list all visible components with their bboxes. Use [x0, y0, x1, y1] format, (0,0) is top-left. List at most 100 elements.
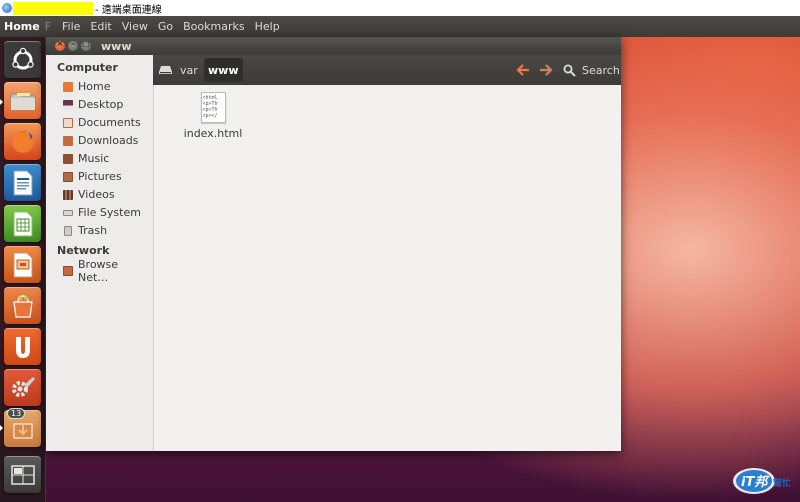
menu-bookmarks[interactable]: Bookmarks	[178, 20, 249, 33]
sidebar-header-network: Network	[57, 244, 110, 257]
updates-launcher-button[interactable]: 13	[4, 408, 41, 447]
location-toolbar: var www Search	[153, 55, 621, 85]
videos-folder-icon	[63, 189, 73, 200]
ubuntu-one-icon	[15, 336, 30, 358]
calc-launcher-button[interactable]	[4, 205, 41, 242]
search-label[interactable]: Search	[582, 64, 620, 77]
svg-text:iT邦: iT邦	[741, 474, 770, 490]
impress-launcher-button[interactable]	[4, 246, 41, 283]
sidebar-item-file-system[interactable]: File System	[63, 204, 151, 221]
pictures-folder-icon	[63, 171, 73, 182]
sidebar-item-home[interactable]: Home	[63, 78, 151, 95]
sidebar-item-label: Trash	[78, 224, 108, 237]
menu-view[interactable]: View	[117, 20, 153, 33]
close-icon: ×	[56, 39, 64, 48]
sidebar-item-browse-network[interactable]: Browse Net…	[63, 258, 151, 284]
maximize-button[interactable]: □	[81, 39, 91, 51]
sidebar-item-label: Documents	[78, 116, 141, 129]
writer-launcher-button[interactable]	[4, 164, 41, 201]
unity-launcher: 13	[0, 37, 46, 502]
search-button[interactable]	[563, 58, 576, 82]
maximize-icon: □	[82, 39, 90, 48]
sidebar-item-label: Downloads	[78, 134, 139, 147]
menu-go[interactable]: Go	[153, 20, 178, 33]
path-segment-www[interactable]: www	[204, 58, 243, 82]
home-folder-icon	[63, 81, 73, 92]
updates-icon	[13, 423, 32, 438]
workspace-switcher-icon	[10, 464, 35, 485]
sidebar-item-pictures[interactable]: Pictures	[63, 168, 151, 185]
forward-button[interactable]	[539, 58, 553, 82]
sidebar-item-downloads[interactable]: Downloads	[63, 132, 151, 149]
software-center-launcher-button[interactable]	[4, 287, 41, 324]
window-titlebar[interactable]: × – □ www	[46, 37, 621, 55]
places-sidebar: Computer Home Desktop Documents Download…	[46, 55, 154, 451]
active-app-name: Home	[4, 20, 40, 33]
minimize-icon: –	[71, 39, 75, 48]
sidebar-item-label: Home	[78, 80, 111, 93]
sidebar-item-label: Desktop	[78, 98, 124, 111]
libreoffice-writer-icon	[13, 170, 32, 195]
sidebar-item-videos[interactable]: Videos	[63, 186, 151, 203]
firefox-icon	[11, 129, 34, 153]
sidebar-item-label: Pictures	[78, 170, 122, 183]
software-center-icon	[12, 294, 33, 318]
minimize-button[interactable]: –	[68, 39, 78, 51]
sidebar-header-computer: Computer	[57, 61, 118, 74]
back-arrow-icon	[516, 64, 529, 76]
svg-text:幫忙: 幫忙	[773, 477, 791, 489]
sidebar-item-label: File System	[78, 206, 141, 219]
libreoffice-calc-icon	[13, 211, 32, 236]
music-folder-icon	[63, 153, 73, 164]
sidebar-item-label: Music	[78, 152, 110, 165]
remote-host-redacted	[13, 1, 93, 15]
dash-home-button[interactable]	[4, 41, 41, 78]
sidebar-item-music[interactable]: Music	[63, 150, 151, 167]
file-item[interactable]: <html <p>Th <p>Th <p></ index.html	[178, 92, 248, 140]
path-segment-var[interactable]: var	[180, 58, 198, 82]
file-manager-window: × – □ www Computer Home Desktop Document…	[46, 37, 621, 451]
network-folder-icon	[63, 265, 73, 276]
active-app-name-overflow: F	[44, 20, 52, 33]
files-launcher-button[interactable]	[4, 82, 41, 119]
menu-file[interactable]: File	[57, 20, 85, 33]
menu-help[interactable]: Help	[250, 20, 285, 33]
back-button[interactable]	[516, 58, 530, 82]
top-panel: Home F File Edit View Go Bookmarks Help	[0, 16, 800, 37]
update-count-badge: 13	[7, 408, 26, 419]
close-button[interactable]: ×	[55, 39, 65, 51]
search-icon	[563, 64, 576, 77]
system-settings-icon	[11, 376, 35, 397]
system-settings-launcher-button[interactable]	[4, 369, 41, 406]
workspace-switcher-button[interactable]	[4, 456, 41, 493]
desktop-folder-icon	[63, 99, 73, 110]
drive-icon	[158, 66, 172, 74]
forward-arrow-icon	[540, 64, 553, 76]
html-file-icon: <html <p>Th <p>Th <p></	[200, 92, 226, 123]
sidebar-item-label: Videos	[78, 188, 115, 201]
sidebar-item-trash[interactable]: Trash	[63, 222, 151, 239]
trash-icon	[64, 225, 72, 236]
running-indicator	[0, 425, 3, 431]
file-view[interactable]: <html <p>Th <p>Th <p></ index.html	[154, 85, 621, 451]
sidebar-item-label: Browse Net…	[78, 257, 119, 284]
dash-home-icon	[11, 47, 34, 69]
libreoffice-impress-icon	[13, 252, 32, 277]
path-root-button[interactable]	[157, 58, 173, 82]
ithome-watermark-logo: iT邦 幫忙	[733, 468, 791, 494]
drive-icon	[63, 209, 73, 216]
sidebar-item-documents[interactable]: Documents	[63, 114, 151, 131]
remote-desktop-title-bar: - 遠端桌面連線	[0, 0, 800, 16]
window-title: www	[101, 40, 132, 53]
files-icon	[10, 92, 35, 110]
ubuntu-one-launcher-button[interactable]	[4, 328, 41, 365]
remote-desktop-icon	[2, 3, 12, 13]
menu-edit[interactable]: Edit	[85, 20, 116, 33]
file-name: index.html	[183, 127, 243, 140]
documents-folder-icon	[63, 117, 73, 128]
file-preview-line: <p></	[202, 113, 218, 119]
sidebar-item-desktop[interactable]: Desktop	[63, 96, 151, 113]
firefox-launcher-button[interactable]	[4, 123, 41, 160]
downloads-folder-icon	[63, 135, 73, 146]
running-indicator	[0, 99, 3, 105]
